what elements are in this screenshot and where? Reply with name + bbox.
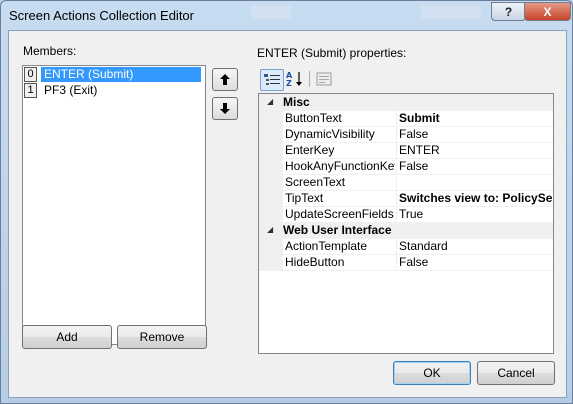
- sort-alpha-icon: A Z: [286, 71, 302, 87]
- properties-label: ENTER (Submit) properties:: [257, 46, 407, 60]
- column-divider: [396, 110, 397, 127]
- property-value[interactable]: False: [399, 159, 553, 173]
- move-down-button[interactable]: [212, 97, 238, 120]
- column-divider: [396, 238, 397, 255]
- move-up-button[interactable]: [212, 68, 238, 91]
- column-divider: [396, 174, 397, 191]
- property-row[interactable]: TipText Switches view to: PolicySel: [259, 190, 553, 207]
- property-row[interactable]: UpdateScreenFields True: [259, 206, 553, 223]
- collapse-triangle-icon[interactable]: ◢: [267, 225, 273, 234]
- category-row-web-user-interface[interactable]: ◢ Web User Interface: [259, 222, 553, 239]
- row-gutter: [259, 158, 283, 175]
- property-name: ActionTemplate: [285, 239, 368, 253]
- cancel-button[interactable]: Cancel: [477, 361, 555, 385]
- background-ghost: [251, 5, 291, 19]
- property-name: HideButton: [285, 255, 345, 269]
- property-value[interactable]: Standard: [399, 239, 553, 253]
- help-button[interactable]: ?: [491, 2, 526, 21]
- property-name: HookAnyFunctionKey: [285, 159, 395, 173]
- members-label: Members:: [23, 44, 77, 58]
- row-gutter: [259, 110, 283, 127]
- background-ghost: [421, 5, 481, 19]
- row-gutter: [259, 142, 283, 159]
- category-label: Web User Interface: [283, 223, 392, 237]
- category-row-misc[interactable]: ◢ Misc: [259, 94, 553, 111]
- row-gutter: [259, 238, 283, 255]
- property-value[interactable]: False: [399, 127, 553, 141]
- alphabetical-button[interactable]: A Z: [284, 69, 306, 89]
- property-row[interactable]: ActionTemplate Standard: [259, 238, 553, 255]
- row-gutter: [259, 126, 283, 143]
- svg-text:Z: Z: [286, 79, 292, 87]
- arrow-up-icon: [220, 74, 230, 85]
- category-label: Misc: [283, 95, 310, 109]
- categorized-button[interactable]: [260, 69, 284, 91]
- dialog-window: Screen Actions Collection Editor ? X Mem…: [0, 0, 573, 404]
- property-pages-button[interactable]: [313, 69, 335, 89]
- column-divider: [396, 254, 397, 271]
- property-name: DynamicVisibility: [285, 127, 375, 141]
- column-divider: [396, 142, 397, 159]
- close-button[interactable]: X: [524, 2, 571, 21]
- property-name: UpdateScreenFields: [285, 207, 394, 221]
- property-row[interactable]: ScreenText: [259, 174, 553, 191]
- property-name: TipText: [285, 191, 324, 205]
- property-grid-toolbar: A Z: [258, 67, 552, 91]
- remove-button[interactable]: Remove: [117, 325, 207, 349]
- property-row[interactable]: DynamicVisibility False: [259, 126, 553, 143]
- column-divider: [396, 190, 397, 207]
- property-name: ScreenText: [285, 175, 346, 189]
- ok-button[interactable]: OK: [393, 361, 471, 385]
- title-bar[interactable]: Screen Actions Collection Editor ? X: [1, 1, 572, 29]
- item-index: 0: [24, 67, 37, 82]
- property-row[interactable]: HookAnyFunctionKey False: [259, 158, 553, 175]
- property-name: ButtonText: [285, 111, 342, 125]
- property-grid[interactable]: ◢ Misc ButtonText Submit DynamicVisibili…: [258, 93, 554, 354]
- property-row[interactable]: EnterKey ENTER: [259, 142, 553, 159]
- property-value[interactable]: Switches view to: PolicySel: [399, 191, 553, 205]
- property-value[interactable]: True: [399, 207, 553, 221]
- property-name: EnterKey: [285, 143, 335, 157]
- close-icon: X: [543, 4, 552, 19]
- column-divider: [396, 158, 397, 175]
- row-gutter: [259, 190, 283, 207]
- property-value[interactable]: False: [399, 255, 553, 269]
- item-label: ENTER (Submit): [41, 67, 201, 82]
- property-row[interactable]: ButtonText Submit: [259, 110, 553, 127]
- categorized-icon: [264, 74, 280, 85]
- list-item[interactable]: 1 PF3 (Exit): [24, 83, 100, 98]
- window-title: Screen Actions Collection Editor: [9, 8, 194, 23]
- column-divider: [396, 126, 397, 143]
- list-item[interactable]: 0 ENTER (Submit): [24, 67, 201, 82]
- row-gutter: [259, 206, 283, 223]
- collapse-triangle-icon[interactable]: ◢: [267, 97, 273, 106]
- add-button[interactable]: Add: [22, 325, 112, 349]
- property-value[interactable]: Submit: [399, 111, 553, 125]
- property-row[interactable]: HideButton False: [259, 254, 553, 271]
- column-divider: [396, 206, 397, 223]
- row-gutter: [259, 254, 283, 271]
- arrow-down-icon: [220, 103, 230, 114]
- item-index: 1: [24, 83, 37, 98]
- item-label: PF3 (Exit): [44, 83, 98, 97]
- row-gutter: [259, 174, 283, 191]
- help-icon: ?: [504, 4, 513, 19]
- members-list[interactable]: 0 ENTER (Submit) 1 PF3 (Exit): [22, 65, 206, 345]
- property-value[interactable]: ENTER: [399, 143, 553, 157]
- toolbar-divider: [309, 71, 310, 87]
- dialog-body: Members: 0 ENTER (Submit) 1 PF3 (Exit) A…: [8, 30, 567, 398]
- property-pages-icon: [316, 72, 332, 86]
